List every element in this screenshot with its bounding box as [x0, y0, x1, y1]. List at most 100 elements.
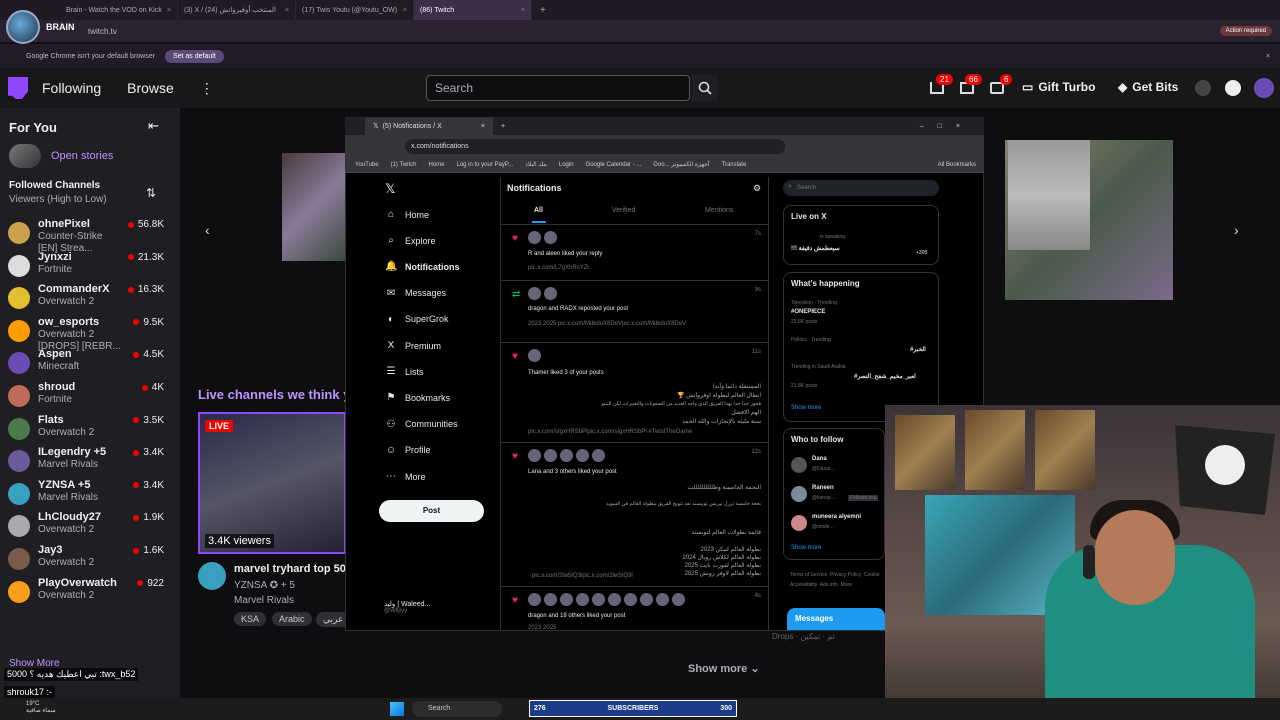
taskbar-search[interactable]: Search: [412, 701, 502, 717]
bookmark-item[interactable]: Login: [559, 162, 574, 168]
sidebar-channel[interactable]: Flats Overwatch 2 3.5K: [8, 414, 168, 446]
nav-browse[interactable]: Browse: [127, 80, 174, 96]
search-input[interactable]: Search: [426, 75, 690, 101]
show-more-link[interactable]: Show more: [791, 405, 821, 411]
avatar[interactable]: [791, 457, 807, 473]
more-icon[interactable]: ⋮: [200, 80, 214, 97]
notification-item[interactable]: ⇄ 9s dragon and RADX reposted your post …: [500, 280, 769, 342]
new-tab-icon[interactable]: +: [540, 5, 546, 16]
trend-name[interactable]: #لعبر_مخيم_شفح_النصر: [854, 373, 916, 380]
sidebar-channel[interactable]: YZNSA +5 Marvel Rivals 3.4K: [8, 479, 168, 511]
footer-link[interactable]: More: [841, 582, 852, 588]
crown-icon[interactable]: [1195, 80, 1211, 96]
gift-turbo-button[interactable]: ▭ Gift Turbo: [1022, 80, 1095, 94]
notification-link[interactable]: pic.x.com/L7gXhRsYZl: [528, 265, 589, 271]
notification-item[interactable]: ♥ 11s Thamer liked 3 of your posts المست…: [500, 342, 769, 442]
close-icon[interactable]: ×: [167, 7, 171, 14]
gear-icon[interactable]: ⚙: [753, 183, 761, 194]
tab-mentions[interactable]: Mentions: [705, 207, 733, 214]
x-nav-item-bookmarks[interactable]: ⚑ Bookmarks: [385, 392, 451, 403]
x-nav-item-more[interactable]: ⋯ More: [385, 471, 426, 482]
bookmark-item[interactable]: Home: [428, 162, 444, 168]
x-nav-item-premium[interactable]: X Premium: [385, 340, 441, 351]
new-tab-icon[interactable]: +: [501, 123, 505, 130]
x-nav-item-communities[interactable]: ⚇ Communities: [385, 419, 458, 430]
search-input[interactable]: Search: [783, 180, 939, 196]
x-nav-item-lists[interactable]: ☰ Lists: [385, 366, 424, 377]
post-button[interactable]: Post: [379, 500, 484, 522]
stream-channel[interactable]: YZNSA ✪ + 5: [234, 580, 295, 591]
footer-link[interactable]: Ads info: [820, 582, 838, 588]
show-more-button[interactable]: Show more ⌄: [688, 662, 760, 675]
tab-all[interactable]: All: [534, 207, 543, 214]
x-nav-item-profile[interactable]: ☺ Profile: [385, 445, 431, 456]
set-default-button[interactable]: Set as default: [164, 49, 224, 63]
get-bits-button[interactable]: ◆ Get Bits: [1118, 80, 1178, 94]
search-button[interactable]: [692, 75, 718, 101]
messages-drawer-button[interactable]: Messages: [787, 608, 885, 630]
browser-tab[interactable]: Brain - Watch the VOD on Kick ×: [60, 0, 178, 20]
x-logo-icon[interactable]: 𝕏: [385, 181, 395, 197]
show-more-link[interactable]: Show more: [791, 545, 821, 551]
close-icon[interactable]: ×: [403, 7, 407, 14]
notification-link[interactable]: 2023 2025 pic.x.com/MdkduX8DeVpic.x.com/…: [528, 321, 686, 327]
avatar[interactable]: [198, 562, 226, 590]
footer-link[interactable]: Privacy Policy: [830, 572, 861, 578]
close-icon[interactable]: ×: [1266, 53, 1270, 60]
notification-link[interactable]: pic.x.com/2lw5tQ3lpic.x.com/2lw5tQ3l: [532, 573, 633, 579]
bookmark-item[interactable]: Google Calendar - ...: [586, 162, 642, 168]
sidebar-channel[interactable]: shroud Fortnite 4K: [8, 381, 168, 413]
carousel-thumbnail[interactable]: [282, 153, 346, 261]
sidebar-channel[interactable]: Jynxzi Fortnite 21.3K: [8, 251, 168, 283]
address-bar[interactable]: twitch.tv Action required: [0, 20, 1280, 42]
bookmark-item[interactable]: بنك البلاد: [525, 161, 547, 168]
url-input[interactable]: x.com/notifications: [405, 139, 785, 154]
sidebar-channel[interactable]: ohnePixel Counter-Strike [EN] Strea... 56.8…: [8, 218, 168, 254]
browser-tab[interactable]: (17) Twis Youtu (@Youtu_OW) ×: [296, 0, 414, 20]
bookmark-item[interactable]: Log in to your PayP...: [457, 162, 514, 168]
trend-name[interactable]: #ONEPIECE: [791, 309, 825, 315]
trend-name[interactable]: #الخبر: [910, 346, 926, 353]
action-required-button[interactable]: Action required: [1219, 26, 1272, 36]
user-name[interactable]: muneera alyemni: [812, 514, 861, 520]
x-nav-item-messages[interactable]: ✉ Messages: [385, 288, 446, 299]
avatar[interactable]: [791, 486, 807, 502]
sidebar-channel[interactable]: PlayOverwatch Overwatch 2 922: [8, 577, 168, 609]
bookmark-item[interactable]: Translate: [722, 162, 747, 168]
chevron-left-icon[interactable]: ‹: [205, 222, 210, 238]
sidebar-channel[interactable]: Aspen Minecraft 4.5K: [8, 348, 168, 380]
close-icon[interactable]: ×: [521, 7, 525, 14]
x-nav-item-notifications[interactable]: 🔔 Notifications: [385, 261, 460, 272]
bookmark-item[interactable]: Goo... أجهزة الكمبيوتر: [653, 161, 709, 168]
windows-start-icon[interactable]: [390, 702, 404, 716]
stream-thumbnail[interactable]: [198, 412, 346, 554]
tag-pill[interactable]: KSA: [234, 612, 267, 626]
footer-link[interactable]: Terms of Service: [790, 572, 827, 578]
sidebar-channel[interactable]: CommanderX Overwatch 2 16.3K: [8, 283, 168, 315]
x-nav-item-supergrok[interactable]: ◐ SuperGrok: [385, 314, 449, 325]
chevron-right-icon[interactable]: ›: [1234, 222, 1239, 238]
tab-verified[interactable]: Verified: [612, 207, 635, 214]
notification-item[interactable]: ♥ 4s dragon and 18 others liked your pos…: [500, 586, 769, 631]
sidebar-channel[interactable]: Jay3 Overwatch 2 1.6K: [8, 544, 168, 576]
tag-pill[interactable]: Arabic: [272, 612, 312, 626]
twitch-logo-icon[interactable]: [8, 77, 28, 99]
x-nav-item-home[interactable]: ⌂ Home: [385, 209, 429, 220]
stream-game[interactable]: Marvel Rivals: [234, 595, 294, 606]
sidebar-channel[interactable]: ILegendry +5 Marvel Rivals 3.4K: [8, 446, 168, 478]
browser-tab[interactable]: (3) X / المنتخب أوفيرواتش (24) ×: [178, 0, 296, 20]
notification-item[interactable]: ♥ 7s R and aleen liked your reply pic.x.…: [500, 224, 769, 280]
nav-following[interactable]: Following: [42, 80, 101, 96]
open-stories-button[interactable]: Open stories: [9, 144, 113, 168]
bookmark-item[interactable]: YouTube: [355, 162, 379, 168]
user-name[interactable]: Raneen: [812, 485, 834, 491]
stream-title[interactable]: marvel tryhard top 50: [234, 563, 346, 575]
x-nav-item-explore[interactable]: ⌕ Explore: [385, 235, 435, 246]
notification-link[interactable]: pic.x.com/sIgxHRSbPlpic.x.com/sIgxHRSbPl…: [528, 429, 692, 435]
footer-link[interactable]: Cookie: [864, 572, 880, 578]
sort-icon[interactable]: ⇅: [146, 186, 156, 200]
avatar[interactable]: [791, 515, 807, 531]
close-icon[interactable]: ×: [481, 123, 485, 130]
weather-widget[interactable]: 19°C سماء صافية: [26, 701, 56, 715]
browser-tab-active[interactable]: (86) Twitch ×: [414, 0, 532, 20]
